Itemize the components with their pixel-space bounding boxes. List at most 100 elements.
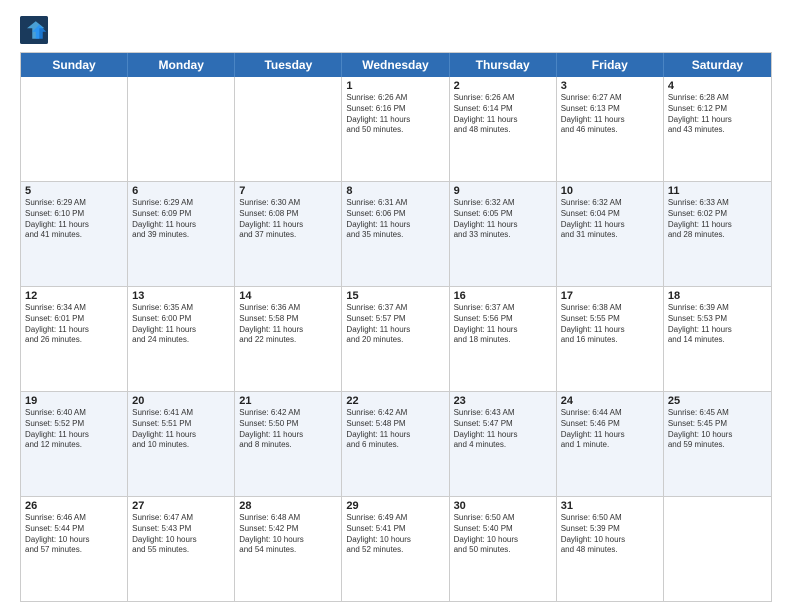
calendar-day-cell: 15Sunrise: 6:37 AM Sunset: 5:57 PM Dayli…: [342, 287, 449, 391]
calendar-day-cell: 20Sunrise: 6:41 AM Sunset: 5:51 PM Dayli…: [128, 392, 235, 496]
day-number: 11: [668, 185, 767, 197]
day-number: 21: [239, 395, 337, 407]
calendar-day-cell: 4Sunrise: 6:28 AM Sunset: 6:12 PM Daylig…: [664, 77, 771, 181]
day-info: Sunrise: 6:36 AM Sunset: 5:58 PM Dayligh…: [239, 303, 337, 346]
day-number: 4: [668, 80, 767, 92]
day-number: 30: [454, 500, 552, 512]
calendar-day-cell: 18Sunrise: 6:39 AM Sunset: 5:53 PM Dayli…: [664, 287, 771, 391]
calendar-day-cell: 29Sunrise: 6:49 AM Sunset: 5:41 PM Dayli…: [342, 497, 449, 601]
calendar-day-cell: 22Sunrise: 6:42 AM Sunset: 5:48 PM Dayli…: [342, 392, 449, 496]
day-number: 2: [454, 80, 552, 92]
calendar-empty-cell: [128, 77, 235, 181]
day-number: 28: [239, 500, 337, 512]
day-number: 1: [346, 80, 444, 92]
calendar-day-cell: 19Sunrise: 6:40 AM Sunset: 5:52 PM Dayli…: [21, 392, 128, 496]
weekday-header: Thursday: [450, 53, 557, 77]
page: SundayMondayTuesdayWednesdayThursdayFrid…: [0, 0, 792, 612]
day-number: 16: [454, 290, 552, 302]
calendar-day-cell: 12Sunrise: 6:34 AM Sunset: 6:01 PM Dayli…: [21, 287, 128, 391]
calendar-day-cell: 21Sunrise: 6:42 AM Sunset: 5:50 PM Dayli…: [235, 392, 342, 496]
calendar-day-cell: 2Sunrise: 6:26 AM Sunset: 6:14 PM Daylig…: [450, 77, 557, 181]
day-number: 13: [132, 290, 230, 302]
calendar-day-cell: 17Sunrise: 6:38 AM Sunset: 5:55 PM Dayli…: [557, 287, 664, 391]
calendar-day-cell: 11Sunrise: 6:33 AM Sunset: 6:02 PM Dayli…: [664, 182, 771, 286]
day-info: Sunrise: 6:44 AM Sunset: 5:46 PM Dayligh…: [561, 408, 659, 451]
calendar-row: 1Sunrise: 6:26 AM Sunset: 6:16 PM Daylig…: [21, 77, 771, 182]
day-info: Sunrise: 6:32 AM Sunset: 6:05 PM Dayligh…: [454, 198, 552, 241]
calendar-row: 26Sunrise: 6:46 AM Sunset: 5:44 PM Dayli…: [21, 497, 771, 601]
day-number: 10: [561, 185, 659, 197]
calendar-day-cell: 25Sunrise: 6:45 AM Sunset: 5:45 PM Dayli…: [664, 392, 771, 496]
calendar-day-cell: 10Sunrise: 6:32 AM Sunset: 6:04 PM Dayli…: [557, 182, 664, 286]
logo: [20, 16, 52, 44]
day-number: 26: [25, 500, 123, 512]
day-info: Sunrise: 6:34 AM Sunset: 6:01 PM Dayligh…: [25, 303, 123, 346]
calendar-day-cell: 16Sunrise: 6:37 AM Sunset: 5:56 PM Dayli…: [450, 287, 557, 391]
day-info: Sunrise: 6:29 AM Sunset: 6:09 PM Dayligh…: [132, 198, 230, 241]
day-number: 5: [25, 185, 123, 197]
calendar-row: 12Sunrise: 6:34 AM Sunset: 6:01 PM Dayli…: [21, 287, 771, 392]
day-info: Sunrise: 6:31 AM Sunset: 6:06 PM Dayligh…: [346, 198, 444, 241]
day-number: 29: [346, 500, 444, 512]
day-number: 23: [454, 395, 552, 407]
weekday-header: Friday: [557, 53, 664, 77]
day-number: 24: [561, 395, 659, 407]
calendar-header: SundayMondayTuesdayWednesdayThursdayFrid…: [21, 53, 771, 77]
day-number: 15: [346, 290, 444, 302]
day-number: 27: [132, 500, 230, 512]
day-info: Sunrise: 6:26 AM Sunset: 6:14 PM Dayligh…: [454, 93, 552, 136]
calendar-day-cell: 7Sunrise: 6:30 AM Sunset: 6:08 PM Daylig…: [235, 182, 342, 286]
day-info: Sunrise: 6:37 AM Sunset: 5:56 PM Dayligh…: [454, 303, 552, 346]
day-info: Sunrise: 6:48 AM Sunset: 5:42 PM Dayligh…: [239, 513, 337, 556]
day-number: 19: [25, 395, 123, 407]
weekday-header: Sunday: [21, 53, 128, 77]
day-number: 20: [132, 395, 230, 407]
day-info: Sunrise: 6:33 AM Sunset: 6:02 PM Dayligh…: [668, 198, 767, 241]
calendar-day-cell: 26Sunrise: 6:46 AM Sunset: 5:44 PM Dayli…: [21, 497, 128, 601]
calendar-day-cell: 27Sunrise: 6:47 AM Sunset: 5:43 PM Dayli…: [128, 497, 235, 601]
day-number: 25: [668, 395, 767, 407]
day-info: Sunrise: 6:32 AM Sunset: 6:04 PM Dayligh…: [561, 198, 659, 241]
calendar: SundayMondayTuesdayWednesdayThursdayFrid…: [20, 52, 772, 602]
day-number: 8: [346, 185, 444, 197]
day-info: Sunrise: 6:26 AM Sunset: 6:16 PM Dayligh…: [346, 93, 444, 136]
logo-icon: [20, 16, 48, 44]
calendar-day-cell: 31Sunrise: 6:50 AM Sunset: 5:39 PM Dayli…: [557, 497, 664, 601]
day-number: 3: [561, 80, 659, 92]
day-number: 31: [561, 500, 659, 512]
day-info: Sunrise: 6:40 AM Sunset: 5:52 PM Dayligh…: [25, 408, 123, 451]
calendar-day-cell: 9Sunrise: 6:32 AM Sunset: 6:05 PM Daylig…: [450, 182, 557, 286]
calendar-empty-cell: [21, 77, 128, 181]
calendar-day-cell: 3Sunrise: 6:27 AM Sunset: 6:13 PM Daylig…: [557, 77, 664, 181]
day-number: 6: [132, 185, 230, 197]
day-info: Sunrise: 6:46 AM Sunset: 5:44 PM Dayligh…: [25, 513, 123, 556]
calendar-body: 1Sunrise: 6:26 AM Sunset: 6:16 PM Daylig…: [21, 77, 771, 601]
calendar-day-cell: 23Sunrise: 6:43 AM Sunset: 5:47 PM Dayli…: [450, 392, 557, 496]
weekday-header: Tuesday: [235, 53, 342, 77]
weekday-header: Wednesday: [342, 53, 449, 77]
calendar-row: 5Sunrise: 6:29 AM Sunset: 6:10 PM Daylig…: [21, 182, 771, 287]
day-info: Sunrise: 6:35 AM Sunset: 6:00 PM Dayligh…: [132, 303, 230, 346]
day-info: Sunrise: 6:43 AM Sunset: 5:47 PM Dayligh…: [454, 408, 552, 451]
day-number: 9: [454, 185, 552, 197]
day-info: Sunrise: 6:49 AM Sunset: 5:41 PM Dayligh…: [346, 513, 444, 556]
day-info: Sunrise: 6:41 AM Sunset: 5:51 PM Dayligh…: [132, 408, 230, 451]
calendar-day-cell: 1Sunrise: 6:26 AM Sunset: 6:16 PM Daylig…: [342, 77, 449, 181]
calendar-row: 19Sunrise: 6:40 AM Sunset: 5:52 PM Dayli…: [21, 392, 771, 497]
day-info: Sunrise: 6:27 AM Sunset: 6:13 PM Dayligh…: [561, 93, 659, 136]
day-number: 12: [25, 290, 123, 302]
calendar-empty-cell: [235, 77, 342, 181]
day-info: Sunrise: 6:42 AM Sunset: 5:48 PM Dayligh…: [346, 408, 444, 451]
calendar-day-cell: 8Sunrise: 6:31 AM Sunset: 6:06 PM Daylig…: [342, 182, 449, 286]
day-info: Sunrise: 6:39 AM Sunset: 5:53 PM Dayligh…: [668, 303, 767, 346]
day-info: Sunrise: 6:50 AM Sunset: 5:39 PM Dayligh…: [561, 513, 659, 556]
day-info: Sunrise: 6:29 AM Sunset: 6:10 PM Dayligh…: [25, 198, 123, 241]
calendar-day-cell: 14Sunrise: 6:36 AM Sunset: 5:58 PM Dayli…: [235, 287, 342, 391]
day-info: Sunrise: 6:30 AM Sunset: 6:08 PM Dayligh…: [239, 198, 337, 241]
calendar-day-cell: 13Sunrise: 6:35 AM Sunset: 6:00 PM Dayli…: [128, 287, 235, 391]
day-info: Sunrise: 6:37 AM Sunset: 5:57 PM Dayligh…: [346, 303, 444, 346]
day-info: Sunrise: 6:50 AM Sunset: 5:40 PM Dayligh…: [454, 513, 552, 556]
day-number: 22: [346, 395, 444, 407]
calendar-day-cell: 30Sunrise: 6:50 AM Sunset: 5:40 PM Dayli…: [450, 497, 557, 601]
calendar-day-cell: 5Sunrise: 6:29 AM Sunset: 6:10 PM Daylig…: [21, 182, 128, 286]
